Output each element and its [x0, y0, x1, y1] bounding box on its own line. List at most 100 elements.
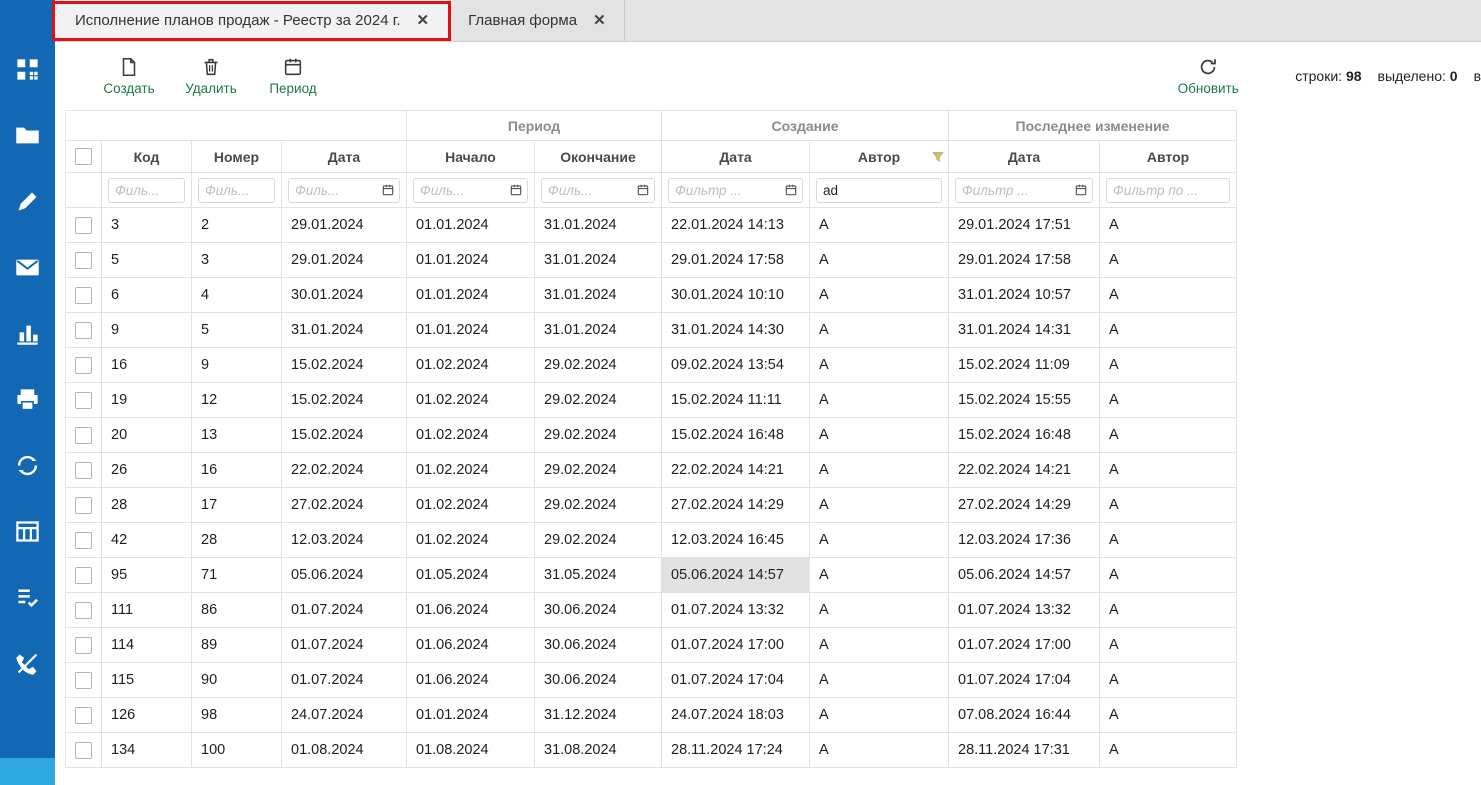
cell[interactable]: A [1100, 278, 1237, 313]
cell[interactable]: 31.01.2024 [535, 313, 662, 348]
cell[interactable]: 29.01.2024 [282, 208, 407, 243]
cell[interactable]: 01.02.2024 [407, 488, 535, 523]
column-header-izmenenie-avtor[interactable]: Автор [1100, 141, 1237, 173]
cell[interactable]: 16 [102, 348, 192, 383]
cell[interactable]: A [1100, 488, 1237, 523]
cell[interactable]: 15.02.2024 16:48 [949, 418, 1100, 453]
column-header-izmenenie-data[interactable]: Дата [949, 141, 1100, 173]
delete-button[interactable]: Удалить [170, 56, 252, 96]
cell[interactable]: 6 [102, 278, 192, 313]
cell[interactable]: 29.01.2024 17:58 [662, 243, 810, 278]
cell[interactable]: 31.01.2024 14:30 [662, 313, 810, 348]
row-checkbox[interactable] [75, 322, 92, 339]
cell[interactable]: 01.05.2024 [407, 558, 535, 593]
cell[interactable]: 26 [102, 453, 192, 488]
cell[interactable]: 01.06.2024 [407, 593, 535, 628]
row-checkbox[interactable] [75, 532, 92, 549]
printer-icon[interactable] [14, 386, 41, 413]
column-header-sozdanie-data[interactable]: Дата [662, 141, 810, 173]
table-row[interactable]: 201315.02.202401.02.202429.02.202415.02.… [66, 418, 1237, 453]
cell[interactable]: 28.11.2024 17:24 [662, 733, 810, 768]
cell[interactable]: 15.02.2024 11:11 [662, 383, 810, 418]
filter-kod-input[interactable] [108, 178, 185, 203]
cell[interactable]: 05.06.2024 14:57 [662, 558, 810, 593]
cell[interactable]: 27.02.2024 14:29 [949, 488, 1100, 523]
cell[interactable]: 15.02.2024 [282, 418, 407, 453]
cell[interactable]: 126 [102, 698, 192, 733]
filter-izmenenie-avtor-input[interactable] [1106, 178, 1230, 203]
cell[interactable]: 01.02.2024 [407, 523, 535, 558]
close-icon[interactable]: ✕ [417, 13, 430, 28]
cell[interactable]: 05.06.2024 [282, 558, 407, 593]
row-checkbox[interactable] [75, 392, 92, 409]
tab-main-form[interactable]: Главная форма ✕ [450, 0, 625, 41]
cell[interactable]: 31.05.2024 [535, 558, 662, 593]
cell[interactable]: 29.02.2024 [535, 418, 662, 453]
bar-chart-icon[interactable] [14, 320, 41, 347]
column-header-data[interactable]: Дата [282, 141, 407, 173]
cell[interactable]: 15.02.2024 [282, 348, 407, 383]
cell[interactable]: 29.02.2024 [535, 383, 662, 418]
row-checkbox[interactable] [75, 707, 92, 724]
row-checkbox[interactable] [75, 357, 92, 374]
cell[interactable]: 29.02.2024 [535, 523, 662, 558]
cell[interactable]: 24.07.2024 18:03 [662, 698, 810, 733]
cell[interactable]: 9 [192, 348, 282, 383]
cell[interactable]: 01.01.2024 [407, 313, 535, 348]
tab-sales-plan-registry[interactable]: Исполнение планов продаж - Реестр за 202… [55, 0, 450, 41]
cell[interactable]: 01.01.2024 [407, 243, 535, 278]
filter-izmenenie-data-input[interactable] [955, 178, 1093, 203]
cell[interactable]: 12.03.2024 17:36 [949, 523, 1100, 558]
cell[interactable]: 01.02.2024 [407, 383, 535, 418]
cell[interactable]: A [810, 593, 949, 628]
cell[interactable]: 22.02.2024 14:21 [662, 453, 810, 488]
cell[interactable]: A [810, 313, 949, 348]
filter-nomer-input[interactable] [198, 178, 275, 203]
mail-icon[interactable] [14, 254, 41, 281]
cell[interactable]: 5 [192, 313, 282, 348]
cell[interactable]: 01.01.2024 [407, 698, 535, 733]
cell[interactable]: 01.02.2024 [407, 453, 535, 488]
cell[interactable]: A [810, 418, 949, 453]
cell[interactable]: A [1100, 698, 1237, 733]
cell[interactable]: A [810, 278, 949, 313]
cell[interactable]: 5 [102, 243, 192, 278]
table-row[interactable]: 261622.02.202401.02.202429.02.202422.02.… [66, 453, 1237, 488]
cell[interactable]: A [810, 453, 949, 488]
cell[interactable]: 01.07.2024 [282, 628, 407, 663]
row-checkbox[interactable] [75, 567, 92, 584]
cell[interactable]: 17 [192, 488, 282, 523]
cell[interactable]: 29.01.2024 [282, 243, 407, 278]
cell[interactable]: 30.06.2024 [535, 593, 662, 628]
sync-icon[interactable] [14, 452, 41, 479]
table-row[interactable]: 1118601.07.202401.06.202430.06.202401.07… [66, 593, 1237, 628]
cell[interactable]: A [810, 243, 949, 278]
cell[interactable]: 16 [192, 453, 282, 488]
cell[interactable]: A [810, 208, 949, 243]
cell[interactable]: 29.01.2024 17:51 [949, 208, 1100, 243]
cell[interactable]: A [1100, 453, 1237, 488]
checklist-icon[interactable] [14, 584, 41, 611]
cell[interactable]: A [1100, 208, 1237, 243]
cell[interactable]: A [810, 663, 949, 698]
table-row[interactable]: 281727.02.202401.02.202429.02.202427.02.… [66, 488, 1237, 523]
cell[interactable]: 22.02.2024 [282, 453, 407, 488]
calendar-icon[interactable] [1074, 183, 1088, 197]
column-header-kod[interactable]: Код [102, 141, 192, 173]
cell[interactable]: 31.01.2024 [535, 278, 662, 313]
cell[interactable]: 29.01.2024 17:58 [949, 243, 1100, 278]
cell[interactable]: 01.07.2024 17:00 [662, 628, 810, 663]
cell[interactable]: A [1100, 593, 1237, 628]
row-checkbox[interactable] [75, 497, 92, 514]
cell[interactable]: A [1100, 663, 1237, 698]
table-row[interactable]: 1159001.07.202401.06.202430.06.202401.07… [66, 663, 1237, 698]
cell[interactable]: 95 [102, 558, 192, 593]
cell[interactable]: 2 [192, 208, 282, 243]
cell[interactable]: 31.01.2024 [535, 208, 662, 243]
cell[interactable]: A [1100, 313, 1237, 348]
cell[interactable]: 114 [102, 628, 192, 663]
calendar-icon[interactable] [784, 183, 798, 197]
column-header-sozdanie-avtor[interactable]: Автор [810, 141, 949, 173]
qr-code-icon[interactable] [14, 56, 41, 83]
cell[interactable]: 12.03.2024 16:45 [662, 523, 810, 558]
